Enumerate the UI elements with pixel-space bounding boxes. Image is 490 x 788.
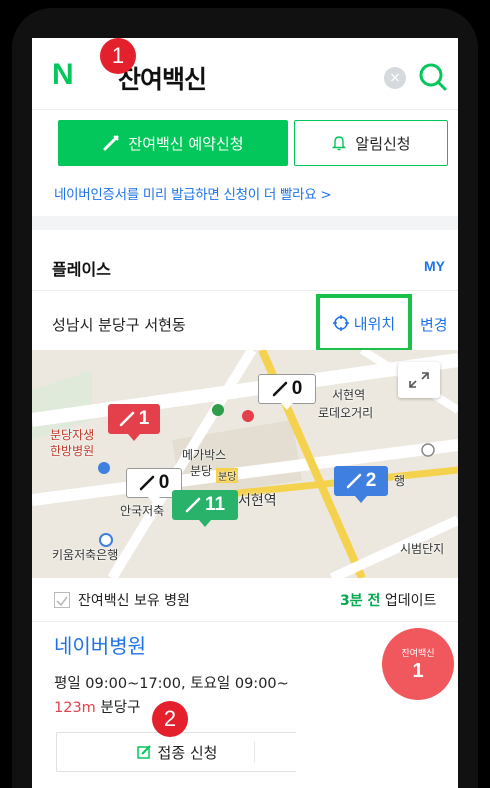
map-pin-hospital[interactable]: 0 — [258, 374, 316, 410]
map-pin-hospital[interactable]: 2 — [334, 466, 388, 503]
bell-icon — [332, 136, 347, 151]
own-vaccine-checkbox[interactable] — [54, 592, 70, 608]
map-pin-count: 1 — [138, 408, 150, 429]
map-pin-hospital[interactable]: 1 — [108, 404, 160, 441]
reserve-button[interactable]: 잔여백신 예약신청 — [58, 120, 288, 166]
map-label-bundang-badge: 분당 — [216, 468, 239, 483]
update-status: 3분 전 업데이트 — [340, 590, 436, 610]
map-pin-count: 2 — [365, 470, 377, 491]
map-label-sibeom: 시범단지 — [400, 542, 445, 556]
map-roads — [32, 350, 458, 578]
map-pin-count: 11 — [204, 494, 226, 515]
my-location-button[interactable]: 내위치 — [316, 294, 412, 352]
divider — [32, 290, 458, 291]
map-label-megabox-1: 메가박스 — [182, 448, 227, 462]
close-icon: × — [389, 70, 401, 86]
header: N 잔여백신 × — [32, 38, 458, 110]
expand-icon — [409, 372, 429, 388]
hospital-hours: 평일 09:00~17:00, 토요일 09:00~ — [54, 676, 289, 692]
search-button[interactable] — [416, 60, 450, 94]
syringe-icon — [119, 411, 134, 427]
divider — [254, 742, 255, 762]
own-vaccine-label[interactable]: 잔여백신 보유 병원 — [78, 590, 190, 610]
map-label-bank: 행 — [394, 474, 406, 488]
map-expand-button[interactable] — [398, 362, 440, 398]
badge-count: 1 — [412, 660, 424, 682]
naver-logo[interactable]: N — [52, 58, 74, 92]
syringe-icon — [103, 135, 120, 151]
map-label-seohyeon-station: 서현역 — [332, 388, 366, 402]
hospital-name-link[interactable]: 네이버병원 — [54, 630, 146, 659]
map-pin-count: 0 — [291, 378, 303, 399]
map-pin-hospital[interactable]: 11 — [172, 490, 238, 527]
current-location: 성남시 분당구 서현동 — [52, 316, 186, 334]
map-label-kiwoom: 키움저축은행 — [52, 548, 119, 562]
apply-vaccination-button[interactable]: 접종 신청 — [56, 732, 296, 772]
syringe-icon — [346, 473, 361, 489]
hospital-distance: 123m 분당구 — [54, 696, 140, 717]
step-marker-2: 2 — [152, 701, 188, 737]
phone-frame: N 잔여백신 × 잔여백신 예약신청 알림신청 네이버인증서를 미리 발급하면 … — [12, 8, 478, 788]
edit-icon — [136, 745, 151, 759]
list-header: 잔여백신 보유 병원 3분 전 업데이트 — [32, 578, 458, 622]
update-suffix: 업데이트 — [380, 593, 437, 609]
certificate-link[interactable]: 네이버인증서를 미리 발급하면 신청이 더 빨라요 > — [54, 183, 332, 203]
badge-label: 잔여백신 — [401, 649, 435, 659]
clear-button[interactable]: × — [384, 67, 406, 89]
my-location-label: 내위치 — [353, 314, 396, 333]
district-label: 분당구 — [100, 700, 141, 716]
map-label-hospital-2: 한방병원 — [50, 444, 95, 458]
section-divider — [32, 216, 458, 230]
syringe-icon — [139, 475, 154, 491]
search-icon — [419, 63, 447, 91]
reserve-label: 잔여백신 예약신청 — [128, 134, 244, 153]
map-label-hospital-1: 분당자생 — [50, 428, 95, 442]
alarm-label: 알림신청 — [355, 134, 411, 153]
map-label-anguk: 안국저축 — [120, 504, 165, 518]
apply-label: 접종 신청 — [157, 743, 218, 762]
syringe-icon — [185, 497, 201, 513]
map-label-seohyeon-center: 서현역 — [238, 493, 277, 509]
distance-value: 123m — [54, 700, 96, 716]
place-title: 플레이스 — [52, 260, 111, 279]
map-label-rodeo: 로데오거리 — [318, 406, 374, 420]
update-time: 3분 전 — [340, 593, 381, 609]
app-screen: N 잔여백신 × 잔여백신 예약신청 알림신청 네이버인증서를 미리 발급하면 … — [32, 38, 458, 788]
map-pin-count: 0 — [158, 472, 170, 493]
vaccine-count-badge: 잔여백신 1 — [382, 628, 454, 700]
change-location-link[interactable]: 변경 — [420, 314, 448, 335]
map[interactable]: 서현역 로데오거리 분당자생 한방병원 메가박스 분당 서현역 안국저축 키움저… — [32, 350, 458, 578]
check-icon — [56, 596, 68, 607]
map-label-megabox-2: 분당 — [190, 464, 213, 478]
my-link[interactable]: MY — [424, 258, 445, 274]
crosshair-icon — [332, 315, 349, 331]
syringe-icon — [272, 381, 287, 397]
step-marker-1: 1 — [100, 38, 136, 74]
alarm-button[interactable]: 알림신청 — [294, 120, 448, 166]
